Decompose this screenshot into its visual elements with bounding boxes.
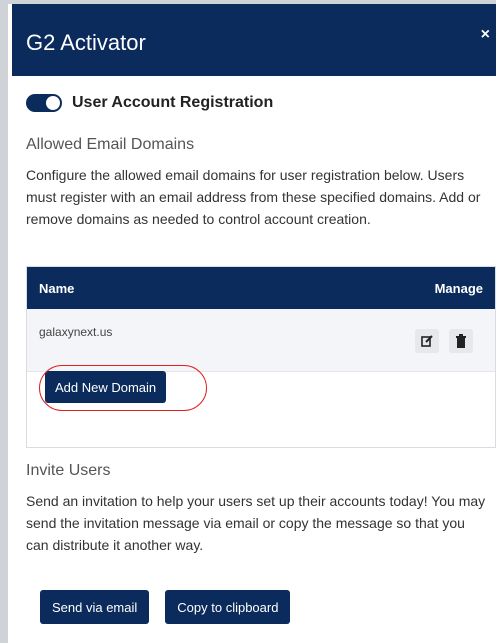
allowed-domains-title: Allowed Email Domains xyxy=(26,136,195,153)
activator-panel: G2 Activator × User Account Registration… xyxy=(12,4,496,643)
copy-to-clipboard-button[interactable]: Copy to clipboard xyxy=(165,590,291,624)
registration-toggle[interactable] xyxy=(26,94,62,112)
invite-actions: Send via email Copy to clipboard xyxy=(40,590,291,624)
edit-icon[interactable] xyxy=(415,329,439,353)
close-icon[interactable]: × xyxy=(481,26,490,44)
registration-toggle-label: User Account Registration xyxy=(72,94,274,111)
trash-icon-glyph xyxy=(456,334,466,348)
panel-header: G2 Activator × xyxy=(12,4,496,76)
domains-table: Name Manage galaxynext.us Add New Domain xyxy=(26,266,496,448)
invite-users-title: Invite Users xyxy=(26,462,111,479)
highlight-circle xyxy=(39,365,207,411)
column-header-manage: Manage xyxy=(434,281,483,296)
table-header: Name Manage xyxy=(27,267,495,309)
column-header-name: Name xyxy=(39,281,75,296)
registration-toggle-row: User Account Registration xyxy=(26,94,273,112)
toggle-knob xyxy=(46,96,60,110)
window-frame-left xyxy=(0,0,8,643)
allowed-domains-description: Configure the allowed email domains for … xyxy=(26,167,481,227)
domain-name: galaxynext.us xyxy=(39,325,113,339)
send-via-email-button[interactable]: Send via email xyxy=(40,590,150,624)
table-row: galaxynext.us xyxy=(27,309,495,372)
trash-icon[interactable] xyxy=(449,329,473,353)
panel-title: G2 Activator xyxy=(26,30,146,55)
edit-icon-glyph xyxy=(421,335,433,347)
invite-users-description: Send an invitation to help your users se… xyxy=(26,493,486,553)
